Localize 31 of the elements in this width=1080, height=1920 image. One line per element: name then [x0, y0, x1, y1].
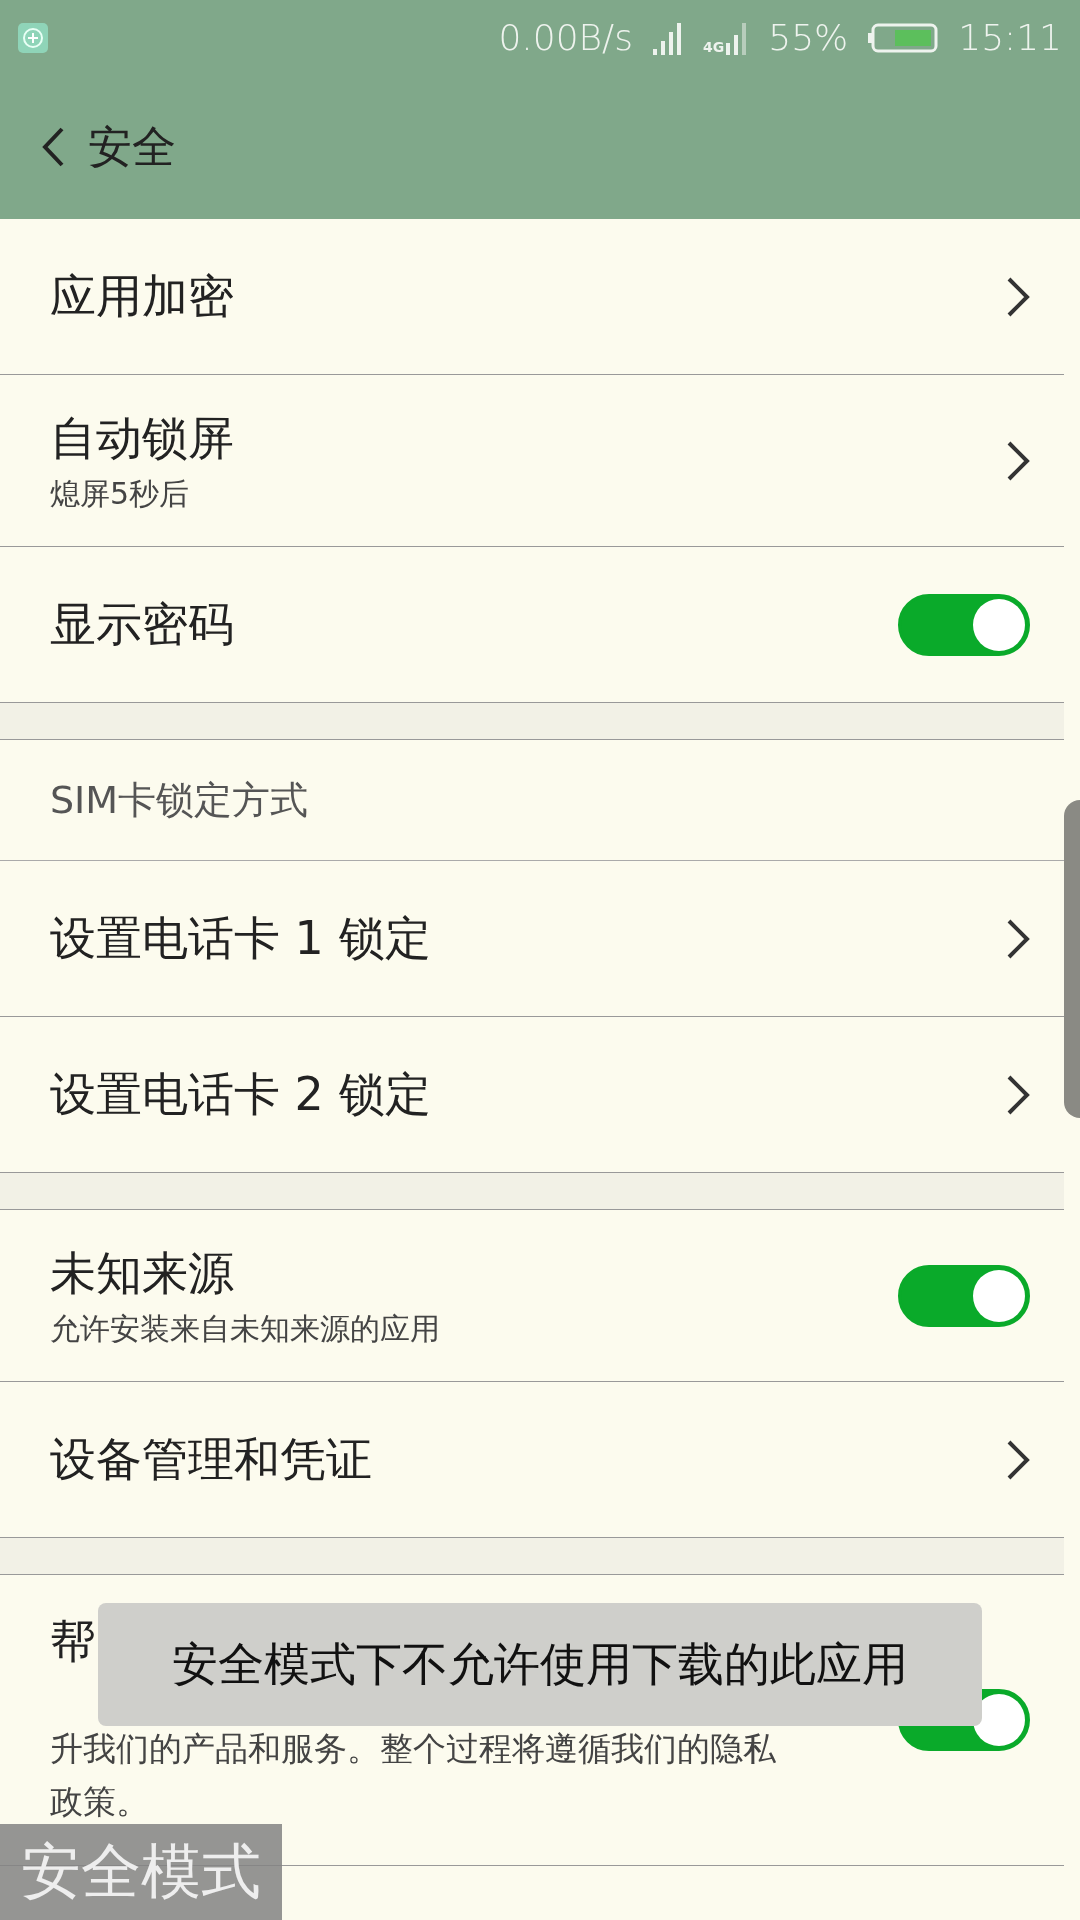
- row-title: 帮: [50, 1613, 96, 1670]
- row-subtitle: 升我们的产品和服务。整个过程将遵循我们的隐私政策。: [50, 1728, 777, 1823]
- back-button[interactable]: [40, 126, 66, 168]
- chevron-right-icon: [1006, 275, 1030, 318]
- signal-icon: [726, 20, 749, 55]
- clock: 15:11: [958, 17, 1062, 58]
- row-title: 设置电话卡 1 锁定: [50, 909, 431, 967]
- settings-row[interactable]: 未知来源 允许安装来自未知来源的应用: [0, 1210, 1064, 1382]
- chevron-right-icon: [1006, 439, 1030, 482]
- settings-row[interactable]: 应用加密: [0, 219, 1064, 375]
- page-title: 安全: [88, 119, 176, 174]
- app-notification-icon: [18, 22, 48, 53]
- battery-percent: 55%: [768, 17, 849, 58]
- chevron-right-icon: [1006, 1073, 1030, 1116]
- chevron-right-icon: [1006, 917, 1030, 960]
- battery-icon: [868, 22, 939, 53]
- row-title: 显示密码: [50, 595, 234, 653]
- row-title: 应用加密: [50, 267, 234, 325]
- message-toast: 安全模式下不允许使用下载的此应用: [98, 1603, 982, 1726]
- row-title: 设置电话卡 2 锁定: [50, 1065, 431, 1123]
- settings-row[interactable]: 自动锁屏 熄屏5秒后: [0, 375, 1064, 547]
- row-subtitle: 熄屏5秒后: [50, 475, 190, 513]
- network-type: 4G: [703, 38, 725, 55]
- row-title: 设备管理和凭证: [50, 1430, 372, 1488]
- signal-icon: [653, 20, 683, 55]
- row-title: 自动锁屏: [50, 410, 234, 467]
- safe-mode-label: 安全模式: [0, 1824, 282, 1920]
- row-title: 未知来源: [50, 1245, 234, 1302]
- row-subtitle: 允许安装来自未知来源的应用: [50, 1310, 440, 1348]
- chevron-right-icon: [1006, 1438, 1030, 1481]
- network-speed: 0.00B/s: [498, 17, 633, 58]
